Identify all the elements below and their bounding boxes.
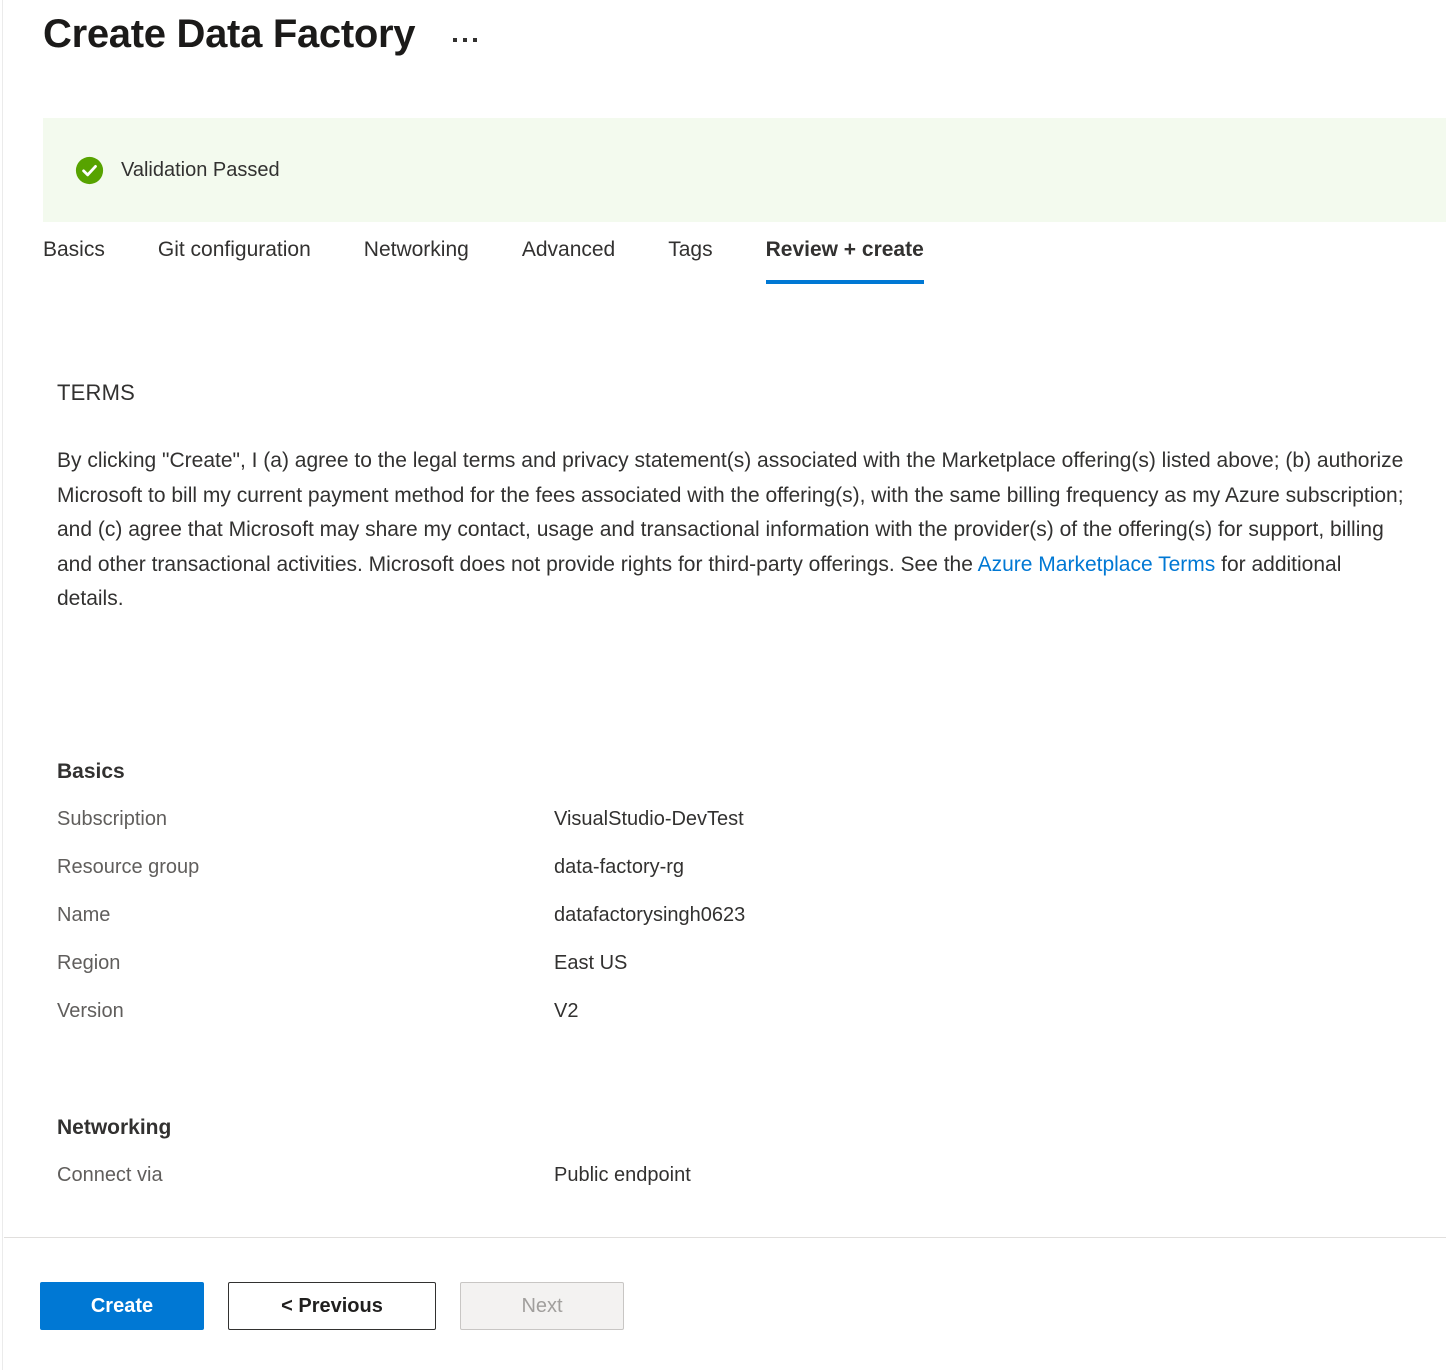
ellipsis-dot-1 (453, 38, 457, 42)
tab-networking[interactable]: Networking (364, 238, 469, 284)
terms-heading: TERMS (57, 380, 1406, 406)
summary-section-networking: Networking Connect via Public endpoint (57, 1116, 691, 1212)
summary-value-name: datafactorysingh0623 (554, 904, 745, 927)
tab-tags[interactable]: Tags (668, 238, 712, 284)
previous-button[interactable]: < Previous (228, 1282, 436, 1330)
summary-section-basics: Basics Subscription VisualStudio-DevTest… (57, 760, 745, 1048)
section-heading-networking: Networking (57, 1116, 691, 1140)
azure-marketplace-terms-link[interactable]: Azure Marketplace Terms (978, 553, 1216, 576)
summary-key-name: Name (57, 904, 554, 927)
tab-advanced[interactable]: Advanced (522, 238, 615, 284)
wizard-tabs: Basics Git configuration Networking Adva… (43, 238, 924, 284)
terms-section: TERMS By clicking "Create", I (a) agree … (57, 380, 1406, 617)
summary-value-connect-via: Public endpoint (554, 1164, 691, 1187)
title-row: Create Data Factory (43, 12, 477, 56)
summary-row-version: Version V2 (57, 1000, 745, 1048)
validation-status-text: Validation Passed (121, 159, 280, 182)
tab-git-configuration[interactable]: Git configuration (158, 238, 311, 284)
create-button[interactable]: Create (40, 1282, 204, 1330)
summary-value-version: V2 (554, 1000, 578, 1023)
summary-key-subscription: Subscription (57, 808, 554, 831)
wizard-footer: Create < Previous Next (40, 1282, 624, 1330)
summary-key-connect-via: Connect via (57, 1164, 554, 1187)
summary-value-region: East US (554, 952, 627, 975)
footer-divider (4, 1237, 1446, 1238)
summary-row-region: Region East US (57, 952, 745, 1000)
check-circle-icon (75, 156, 104, 185)
next-button: Next (460, 1282, 624, 1330)
validation-banner: Validation Passed (43, 118, 1446, 222)
section-heading-basics: Basics (57, 760, 745, 784)
ellipsis-dot-2 (463, 38, 467, 42)
tab-basics[interactable]: Basics (43, 238, 105, 284)
summary-value-resource-group: data-factory-rg (554, 856, 684, 879)
summary-row-subscription: Subscription VisualStudio-DevTest (57, 808, 745, 856)
create-data-factory-blade: Create Data Factory Validation Passed Ba… (0, 0, 1446, 1370)
summary-key-region: Region (57, 952, 554, 975)
ellipsis-dot-3 (473, 38, 477, 42)
summary-key-version: Version (57, 1000, 554, 1023)
summary-row-connect-via: Connect via Public endpoint (57, 1164, 691, 1212)
page-title: Create Data Factory (43, 12, 415, 56)
summary-row-name: Name datafactorysingh0623 (57, 904, 745, 952)
more-options-icon[interactable] (453, 38, 477, 42)
summary-row-resource-group: Resource group data-factory-rg (57, 856, 745, 904)
summary-key-resource-group: Resource group (57, 856, 554, 879)
summary-value-subscription: VisualStudio-DevTest (554, 808, 744, 831)
terms-paragraph: By clicking "Create", I (a) agree to the… (57, 444, 1406, 617)
tab-review-create[interactable]: Review + create (766, 238, 924, 284)
